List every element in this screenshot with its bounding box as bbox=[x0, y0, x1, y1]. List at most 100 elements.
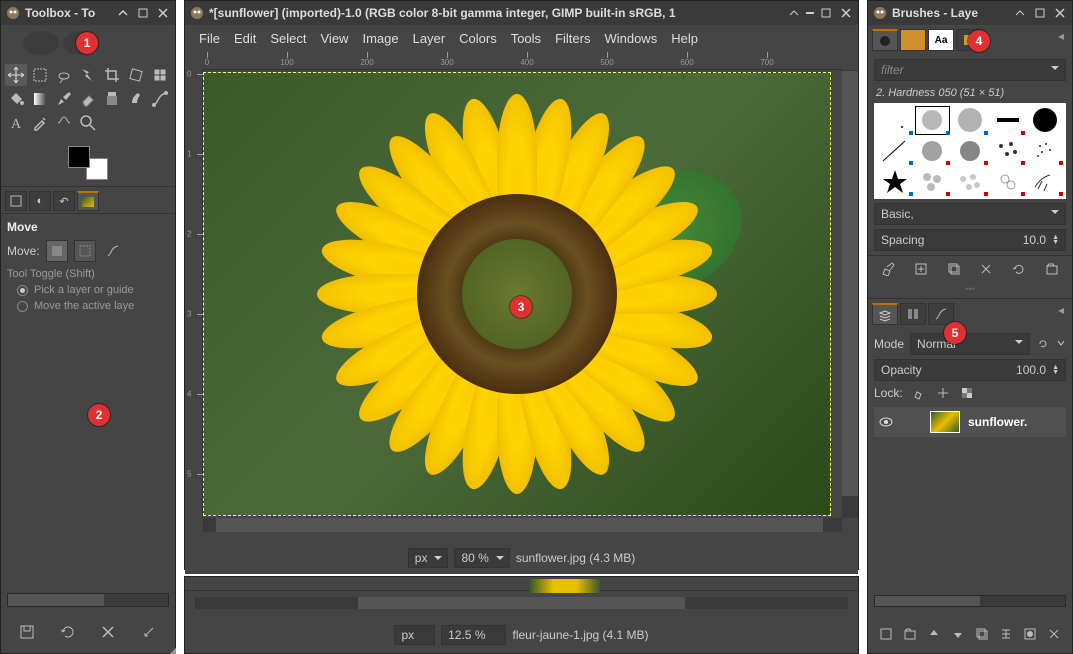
brush-preset[interactable] bbox=[989, 105, 1027, 136]
edit-brush-icon[interactable] bbox=[879, 260, 897, 278]
move-tool[interactable] bbox=[5, 64, 27, 86]
layer-name[interactable]: sunflower. bbox=[968, 415, 1027, 429]
brush-preset[interactable] bbox=[876, 136, 914, 167]
canvas-thumbnail-2[interactable] bbox=[530, 579, 600, 593]
unit-select-2[interactable]: px bbox=[394, 625, 435, 645]
menu-image[interactable]: Image bbox=[356, 29, 404, 48]
menu-colors[interactable]: Colors bbox=[453, 29, 503, 48]
tab-fonts[interactable]: Aa bbox=[928, 29, 954, 51]
save-preset-icon[interactable] bbox=[16, 621, 38, 643]
clone-tool[interactable] bbox=[101, 88, 123, 110]
menu-layer[interactable]: Layer bbox=[407, 29, 452, 48]
text-tool[interactable]: A bbox=[5, 112, 27, 134]
brush-preset[interactable] bbox=[876, 166, 914, 197]
brush-preset[interactable] bbox=[989, 166, 1027, 197]
fg-color-swatch[interactable] bbox=[68, 146, 90, 168]
ruler-vertical[interactable]: 012345 bbox=[185, 70, 203, 518]
brush-preset[interactable] bbox=[1026, 166, 1064, 197]
rect-select-tool[interactable] bbox=[29, 64, 51, 86]
maximize-icon[interactable] bbox=[135, 5, 151, 21]
opacity-stepper[interactable]: ▲▼ bbox=[1052, 365, 1059, 375]
tab-paths[interactable] bbox=[928, 303, 954, 325]
paintbrush-tool[interactable] bbox=[53, 88, 75, 110]
brush-preset[interactable] bbox=[951, 136, 989, 167]
new-brush-icon[interactable] bbox=[912, 260, 930, 278]
canvas-viewport[interactable] bbox=[203, 70, 842, 518]
delete-brush-icon[interactable] bbox=[977, 260, 995, 278]
measure-tool[interactable] bbox=[53, 112, 75, 134]
close-icon[interactable] bbox=[155, 5, 171, 21]
reset-preset-icon[interactable] bbox=[138, 621, 160, 643]
ruler-horizontal[interactable]: 0100200300400500600700 bbox=[203, 52, 842, 70]
minimize-icon[interactable] bbox=[786, 5, 802, 21]
delete-preset-icon[interactable] bbox=[97, 621, 119, 643]
free-select-tool[interactable] bbox=[53, 64, 75, 86]
move-selection-icon[interactable] bbox=[74, 240, 96, 262]
zoom-select[interactable]: 80 % bbox=[454, 548, 509, 568]
panel-menu-icon[interactable]: ◂ bbox=[1054, 303, 1068, 317]
duplicate-layer-icon[interactable] bbox=[973, 625, 991, 643]
move-layer-icon[interactable] bbox=[46, 240, 68, 262]
rotate-tool[interactable] bbox=[125, 64, 147, 86]
tab-layers[interactable] bbox=[872, 303, 898, 325]
brush-preset[interactable] bbox=[1026, 105, 1064, 136]
layer-visibility-icon[interactable] bbox=[878, 414, 894, 430]
bucket-fill-tool[interactable] bbox=[5, 88, 27, 110]
refresh-brush-icon[interactable] bbox=[1010, 260, 1028, 278]
zoom-select-2[interactable]: 12.5 % bbox=[441, 625, 506, 645]
image-canvas[interactable] bbox=[203, 72, 831, 516]
brush-preset[interactable] bbox=[951, 166, 989, 197]
menu-select[interactable]: Select bbox=[264, 29, 312, 48]
mode-select[interactable]: Normal bbox=[910, 333, 1030, 355]
spacing-slider[interactable]: Spacing 10.0 ▲▼ bbox=[874, 229, 1066, 251]
menu-help[interactable]: Help bbox=[665, 29, 704, 48]
mode-chevron-icon[interactable] bbox=[1056, 337, 1066, 351]
tab-tool-options[interactable] bbox=[5, 191, 27, 211]
eraser-tool[interactable] bbox=[77, 88, 99, 110]
color-picker-tool[interactable] bbox=[29, 112, 51, 134]
brush-preset-select[interactable]: Basic, bbox=[874, 203, 1066, 225]
minimize-icon[interactable] bbox=[1012, 5, 1028, 21]
menu-view[interactable]: View bbox=[315, 29, 355, 48]
merge-layer-icon[interactable] bbox=[997, 625, 1015, 643]
radio-pick-layer[interactable]: Pick a layer or guide bbox=[17, 284, 169, 296]
mask-layer-icon[interactable] bbox=[1021, 625, 1039, 643]
close-icon[interactable] bbox=[1052, 5, 1068, 21]
tab-patterns[interactable] bbox=[900, 29, 926, 51]
smudge-tool[interactable] bbox=[125, 88, 147, 110]
canvas-hscrollbar[interactable] bbox=[203, 518, 842, 532]
layer-thumbnail[interactable] bbox=[930, 411, 960, 433]
zoom-tool[interactable] bbox=[77, 112, 99, 134]
gradient-tool[interactable] bbox=[29, 88, 51, 110]
move-path-icon[interactable] bbox=[102, 240, 124, 262]
brush-preset[interactable] bbox=[914, 136, 952, 167]
paths-tool[interactable] bbox=[149, 88, 171, 110]
panel-menu-icon[interactable]: ◂ bbox=[1054, 29, 1068, 43]
lower-layer-icon[interactable] bbox=[949, 625, 967, 643]
toolbox-scrollbar[interactable] bbox=[7, 593, 169, 607]
brush-preset[interactable] bbox=[1026, 136, 1064, 167]
menu-edit[interactable]: Edit bbox=[228, 29, 262, 48]
image-titlebar[interactable]: *[sunflower] (imported)-1.0 (RGB color 8… bbox=[185, 1, 858, 25]
maximize-icon[interactable] bbox=[1032, 5, 1048, 21]
new-layer-icon[interactable] bbox=[877, 625, 895, 643]
grip-icon[interactable]: ••• bbox=[868, 284, 1072, 294]
menu-windows[interactable]: Windows bbox=[598, 29, 663, 48]
unit-select[interactable]: px bbox=[408, 548, 449, 568]
radio-move-active[interactable]: Move the active laye bbox=[17, 300, 169, 312]
lock-position-icon[interactable] bbox=[935, 385, 951, 401]
restore-preset-icon[interactable] bbox=[57, 621, 79, 643]
menu-tools[interactable]: Tools bbox=[505, 29, 547, 48]
tab-channels[interactable] bbox=[900, 303, 926, 325]
tab-brushes[interactable] bbox=[872, 29, 898, 51]
close-icon[interactable] bbox=[838, 5, 854, 21]
menu-file[interactable]: File bbox=[193, 29, 226, 48]
tab-device-status[interactable]: ◐ bbox=[29, 191, 51, 211]
duplicate-brush-icon[interactable] bbox=[945, 260, 963, 278]
fuzzy-select-tool[interactable] bbox=[77, 64, 99, 86]
layers-scrollbar[interactable] bbox=[874, 595, 1066, 607]
layer-row[interactable]: sunflower. bbox=[874, 407, 1066, 437]
lock-alpha-icon[interactable] bbox=[959, 385, 975, 401]
shade-icon[interactable] bbox=[806, 12, 814, 14]
toolbox-titlebar[interactable]: Toolbox - To bbox=[1, 1, 175, 25]
